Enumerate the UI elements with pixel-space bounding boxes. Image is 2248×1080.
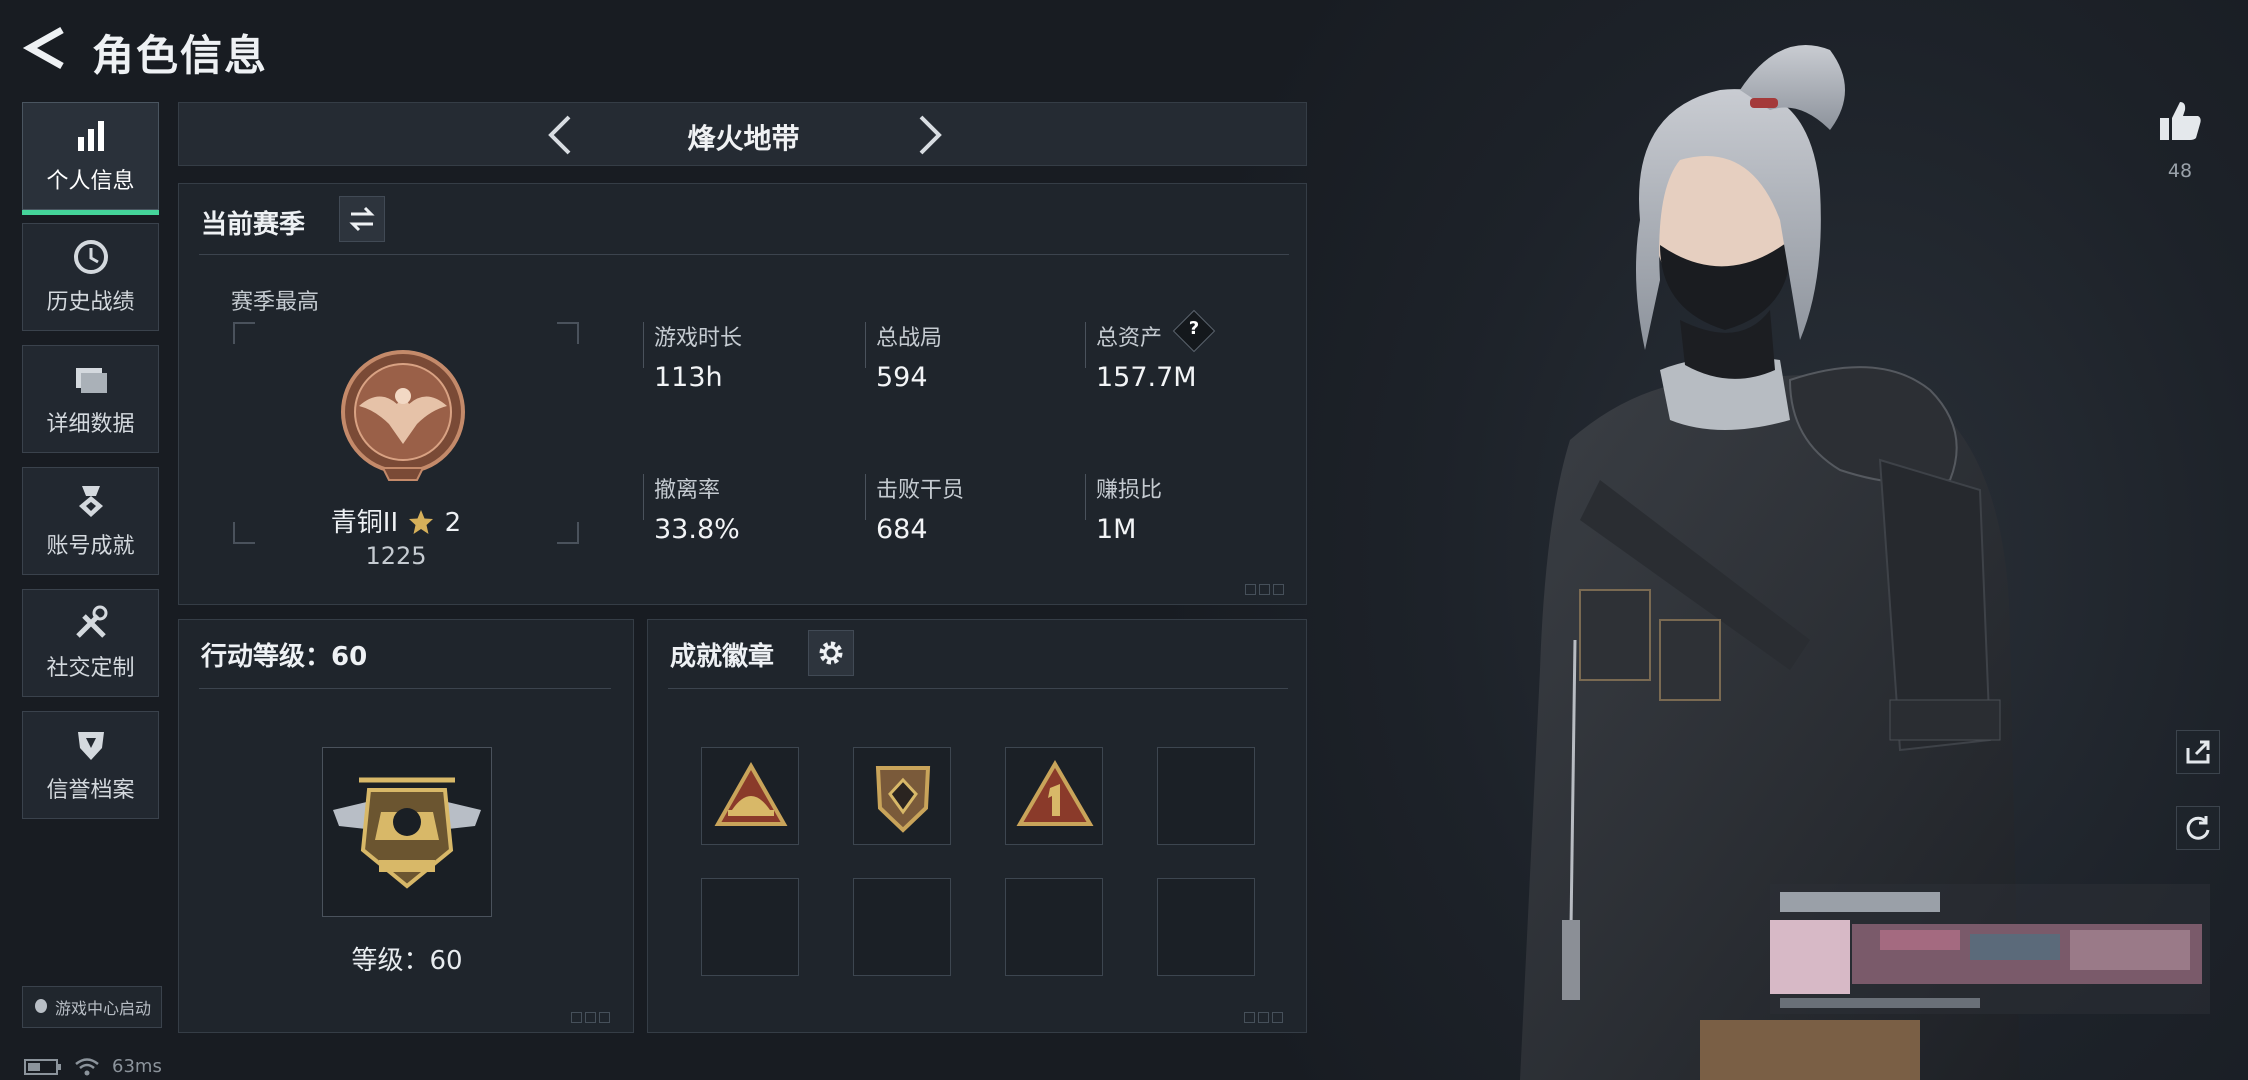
rank-line: 青铜II 2 — [231, 502, 561, 539]
stat-label: 游戏时长 — [654, 326, 743, 351]
level-emblem-icon — [333, 777, 481, 889]
like-count: 48 — [2167, 160, 2193, 182]
rank-name: 青铜II — [330, 508, 399, 538]
sidebar-item-label: 详细数据 — [46, 412, 135, 437]
sidebar-item-label: 社交定制 — [46, 656, 135, 681]
helmet-triangle-badge-icon — [714, 761, 788, 826]
qq-icon — [34, 999, 47, 1013]
mode-selector: 烽火地带 — [178, 102, 1307, 166]
stat-separator — [1085, 474, 1086, 520]
clock-icon — [73, 240, 108, 274]
sidebar-item-label: 个人信息 — [46, 169, 135, 194]
stat-separator — [865, 474, 866, 520]
game-center-launch-button[interactable]: 游戏中心启动 — [22, 986, 162, 1028]
stat-value: 594 — [876, 362, 928, 393]
sidebar-item-achievements[interactable]: 账号成就 — [22, 467, 159, 575]
frame-corner — [557, 322, 579, 344]
blurred-player-card — [1770, 884, 2210, 1014]
rotate-button[interactable] — [2176, 806, 2220, 850]
gear-icon — [819, 641, 843, 665]
stat-value: 33.8% — [654, 514, 740, 545]
stat-label: 总资产 — [1096, 326, 1163, 351]
stat-value: 684 — [876, 514, 928, 545]
sidebar-item-details[interactable]: 详细数据 — [22, 345, 159, 453]
stat-separator — [1085, 322, 1086, 368]
action-level-panel: 行动等级：60 等级：60 — [178, 619, 634, 1033]
next-mode-arrow-icon[interactable] — [909, 113, 949, 157]
medal-icon — [78, 486, 103, 517]
stat-separator — [865, 322, 866, 368]
mode-title: 烽火地带 — [687, 122, 800, 155]
stat-separator — [643, 322, 644, 368]
share-icon — [2186, 740, 2210, 764]
bar-chart-icon — [77, 121, 104, 151]
thumbs-up-icon[interactable] — [2158, 98, 2204, 144]
stat-value: 157.7M — [1096, 362, 1197, 393]
season-title: 当前赛季 — [201, 210, 306, 240]
season-divider — [199, 254, 1289, 255]
rank-points: 1225 — [365, 542, 427, 570]
level-divider — [199, 688, 611, 689]
sidebar-item-label: 信誉档案 — [46, 778, 135, 803]
rank-stars: 2 — [444, 508, 462, 538]
swap-icon — [349, 206, 375, 232]
badge-slot[interactable] — [1005, 747, 1103, 845]
back-arrow-icon[interactable] — [22, 22, 72, 74]
stat-value: 113h — [654, 362, 723, 393]
switch-season-button[interactable] — [339, 196, 385, 242]
sidebar-item-label: 账号成就 — [46, 534, 135, 559]
sidebar-item-social[interactable]: 社交定制 — [22, 589, 159, 697]
panel-corner-dots — [571, 1012, 610, 1023]
achievement-badges-panel: 成就徽章 — [647, 619, 1307, 1033]
folder-icon — [75, 368, 107, 393]
stat-label: 击败干员 — [876, 478, 965, 503]
shield-gem-badge-icon — [875, 766, 931, 833]
number-one-triangle-badge-icon — [1016, 760, 1094, 826]
stat-label: 赚损比 — [1096, 478, 1163, 503]
sidebar-item-personal-info[interactable]: 个人信息 — [22, 102, 159, 215]
badge-slot-empty[interactable] — [1005, 878, 1103, 976]
action-level-title: 行动等级：60 — [201, 642, 368, 672]
badge-slot-empty[interactable] — [701, 878, 799, 976]
ping-value: 63ms — [112, 1056, 162, 1077]
share-button[interactable] — [2176, 730, 2220, 774]
stat-label: 撤离率 — [654, 478, 721, 503]
badges-settings-button[interactable] — [808, 630, 854, 676]
level-caption: 等级：60 — [351, 946, 463, 976]
page-title: 角色信息 — [92, 31, 269, 80]
stat-separator — [643, 474, 644, 520]
season-panel: 当前赛季 赛季最高 青铜II 2 1225 游戏时长 113h 总战局 594 … — [178, 183, 1307, 605]
wifi-icon — [75, 1057, 99, 1075]
shield-icon — [77, 732, 104, 760]
sidebar-item-history[interactable]: 历史战绩 — [22, 223, 159, 331]
sidebar-item-reputation[interactable]: 信誉档案 — [22, 711, 159, 819]
launch-label: 游戏中心启动 — [54, 999, 151, 1018]
stat-label: 总战局 — [876, 326, 943, 351]
season-peak-label: 赛季最高 — [231, 290, 320, 315]
badge-slot[interactable] — [701, 747, 799, 845]
panel-corner-dots — [1244, 1012, 1283, 1023]
badges-title: 成就徽章 — [670, 642, 775, 672]
stat-value: 1M — [1096, 514, 1137, 545]
rotate-icon — [2186, 816, 2210, 840]
badge-slot[interactable] — [853, 747, 951, 845]
star-icon — [409, 510, 434, 534]
battery-icon — [24, 1058, 61, 1075]
help-mark: ? — [1188, 318, 1200, 339]
frame-corner — [233, 322, 255, 344]
sidebar-item-label: 历史战绩 — [46, 290, 135, 315]
bronze-rank-emblem — [341, 350, 465, 481]
badge-slot-empty[interactable] — [1157, 878, 1255, 976]
badges-divider — [668, 688, 1288, 689]
panel-corner-dots — [1245, 584, 1284, 595]
badge-slot-empty[interactable] — [1157, 747, 1255, 845]
tools-icon — [75, 605, 107, 638]
badge-slot-empty[interactable] — [853, 878, 951, 976]
status-bar: 63ms — [24, 1056, 162, 1077]
